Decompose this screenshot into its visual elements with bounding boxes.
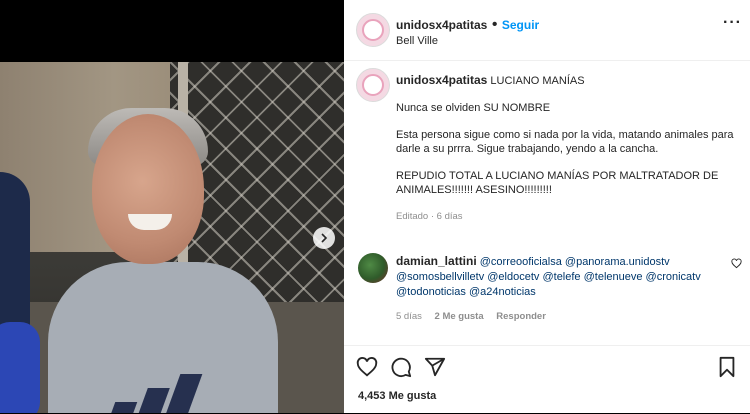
mention-link[interactable]: @somosbellvilletv xyxy=(396,271,484,283)
comment-time: 5 días xyxy=(396,311,422,322)
mention-link[interactable]: @eldocetv xyxy=(487,271,539,283)
caption-title: LUCIANO MANÍAS xyxy=(490,75,585,87)
mention-link[interactable]: @a24noticias xyxy=(469,286,536,298)
location-link[interactable]: Bell Ville xyxy=(396,35,438,47)
caption-meta: Editado · 6 días xyxy=(396,211,463,222)
comment: damian_lattini @correooficialsa @panoram… xyxy=(396,254,726,300)
post-photo xyxy=(0,62,344,413)
more-icon[interactable]: ··· xyxy=(723,14,742,32)
avatar[interactable] xyxy=(356,13,390,47)
caption-username[interactable]: unidosx4patitas xyxy=(396,73,487,87)
bookmark-icon[interactable] xyxy=(716,356,738,378)
chevron-right-icon xyxy=(321,233,328,243)
caption-line: Esta persona sigue como si nada por la v… xyxy=(396,129,734,155)
comment-icon[interactable] xyxy=(390,356,412,378)
comment-meta: 5 días 2 Me gusta Responder xyxy=(396,311,556,322)
header-username[interactable]: unidosx4patitas xyxy=(396,18,487,32)
post-modal: unidosx4patitas • Seguir Bell Ville ··· … xyxy=(0,0,750,413)
heart-icon[interactable] xyxy=(731,258,742,269)
caption-line: REPUDIO TOTAL A LUCIANO MANÍAS POR MALTR… xyxy=(396,170,719,196)
post-header: unidosx4patitas • Seguir Bell Ville ··· xyxy=(344,0,750,61)
caption-line: Nunca se olviden SU NOMBRE xyxy=(396,102,551,114)
likes-count[interactable]: 4,453 Me gusta xyxy=(358,390,436,402)
mention-link[interactable]: @correooficialsa xyxy=(480,256,562,268)
heart-icon[interactable] xyxy=(356,356,378,378)
mention-link[interactable]: @panorama.unidostv xyxy=(565,256,670,268)
post-sidebar: unidosx4patitas • Seguir Bell Ville ··· … xyxy=(344,0,750,413)
caption-avatar[interactable] xyxy=(356,68,390,102)
mention-link[interactable]: @telefe xyxy=(542,271,580,283)
separator: • xyxy=(491,16,498,33)
share-icon[interactable] xyxy=(424,356,446,378)
comment-username[interactable]: damian_lattini xyxy=(396,254,477,268)
reply-button[interactable]: Responder xyxy=(496,311,546,322)
next-image-button[interactable] xyxy=(313,227,335,249)
comment-avatar[interactable] xyxy=(358,253,388,283)
mention-link[interactable]: @todonoticias xyxy=(396,286,466,298)
caption: unidosx4patitas LUCIANO MANÍAS Nunca se … xyxy=(396,73,734,224)
comment-likes[interactable]: 2 Me gusta xyxy=(435,311,484,322)
post-media[interactable] xyxy=(0,0,344,413)
follow-button[interactable]: Seguir xyxy=(502,18,539,32)
shirt-logo xyxy=(108,370,203,413)
mention-link[interactable]: @cronicatv xyxy=(646,271,701,283)
action-bar: 4,453 Me gusta xyxy=(344,345,750,414)
mention-link[interactable]: @telenueve xyxy=(584,271,643,283)
